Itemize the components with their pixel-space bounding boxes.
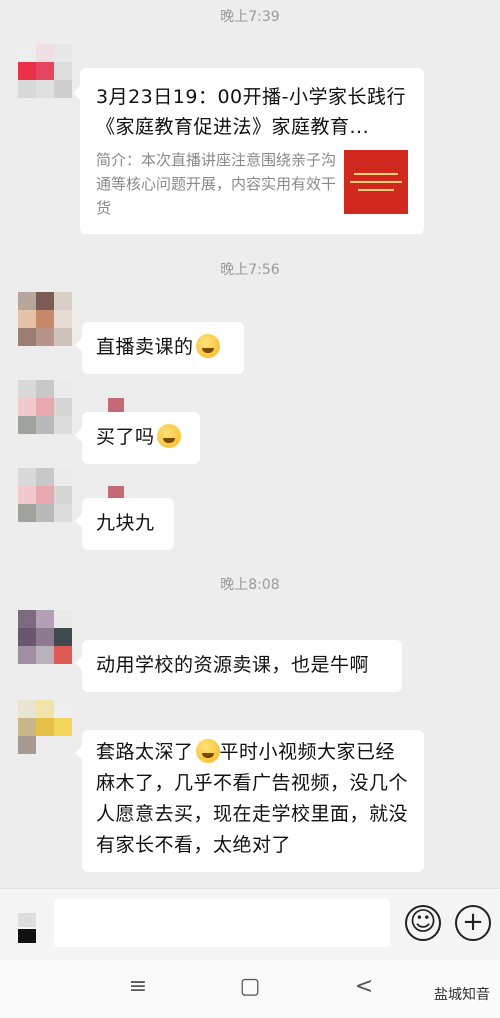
avatar[interactable] bbox=[18, 468, 72, 522]
home-icon[interactable]: ▢ bbox=[230, 974, 270, 999]
smirking-emoji-icon bbox=[195, 739, 220, 763]
message-text: 买了吗 bbox=[96, 426, 155, 448]
menu-icon[interactable]: ≡ bbox=[118, 974, 158, 999]
message-input[interactable] bbox=[54, 899, 390, 947]
message-bubble[interactable]: 动用学校的资源卖课，也是牛啊 bbox=[75, 640, 402, 692]
back-icon[interactable]: < bbox=[344, 974, 384, 999]
message-text: 套路太深了 bbox=[96, 741, 194, 763]
message-bubble[interactable]: 九块九 bbox=[75, 498, 174, 550]
emoji-button-icon[interactable]: ☺ bbox=[405, 905, 441, 941]
grinning-emoji-icon bbox=[156, 424, 181, 448]
link-card[interactable]: 3月23日19：00开播-小学家长践行《家庭教育促进法》家庭教育... 简介：本… bbox=[73, 68, 424, 234]
message-text: 直播卖课的 bbox=[96, 336, 194, 358]
avatar[interactable] bbox=[18, 380, 72, 434]
message-bubble[interactable]: 直播卖课的 bbox=[75, 322, 244, 374]
avatar[interactable] bbox=[18, 700, 72, 754]
message-text: 九块九 bbox=[96, 512, 155, 534]
avatar[interactable] bbox=[18, 292, 72, 346]
watermark: 盐城知音 bbox=[434, 987, 490, 1003]
laughing-tears-emoji-icon bbox=[195, 334, 220, 358]
chat-input-bar: ☺ + bbox=[0, 888, 500, 961]
link-card-description: 简介：本次直播讲座注意围绕亲子沟通等核心问题开展，内容实用有效干货 bbox=[96, 151, 337, 217]
message-text: 动用学校的资源卖课，也是牛啊 bbox=[96, 654, 370, 676]
plus-button-icon[interactable]: + bbox=[455, 905, 491, 941]
avatar[interactable] bbox=[18, 44, 72, 98]
message-bubble[interactable]: 买了吗 bbox=[75, 412, 200, 464]
timestamp: 晚上7:39 bbox=[220, 9, 280, 25]
link-card-thumbnail bbox=[344, 150, 408, 214]
timestamp: 晚上8:08 bbox=[220, 577, 280, 593]
message-bubble[interactable]: 套路太深了 平时小视频大家已经麻木了，几乎不看广告视频，没几个人愿意去买，现在走学… bbox=[75, 730, 424, 872]
link-card-title: 3月23日19：00开播-小学家长践行《家庭教育促进法》家庭教育... bbox=[96, 86, 406, 138]
system-nav-bar: ≡ ▢ < bbox=[0, 960, 500, 1018]
avatar[interactable] bbox=[18, 610, 72, 664]
timestamp: 晚上7:56 bbox=[220, 262, 280, 278]
voice-icon[interactable] bbox=[18, 913, 36, 943]
